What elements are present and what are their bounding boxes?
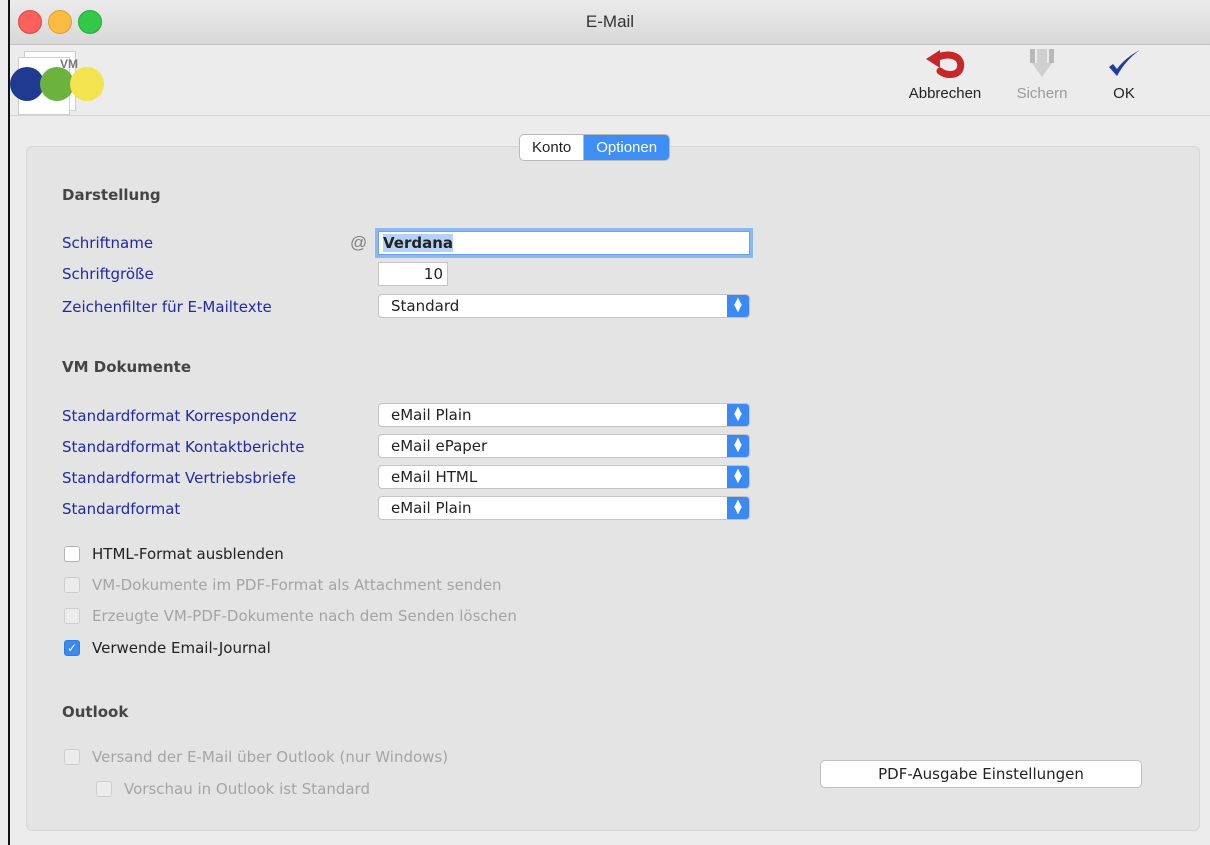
pdf-output-settings-button[interactable]: PDF-Ausgabe Einstellungen [820, 760, 1142, 788]
checkbox-box [64, 546, 80, 562]
format-default-value: eMail Plain [391, 499, 472, 517]
tab-konto[interactable]: Konto [520, 135, 583, 160]
checkbox-box [96, 781, 112, 797]
undo-arrow-icon [924, 50, 966, 83]
checkmark-icon [1106, 50, 1142, 83]
char-filter-label: Zeichenfilter für E-Mailtexte [62, 298, 272, 316]
format-sales-letters-label: Standardformat Vertriebsbriefe [62, 469, 296, 487]
format-contact-reports-value: eMail ePaper [391, 437, 488, 455]
tab-bar: Konto Optionen [519, 134, 671, 161]
hide-html-format-label: HTML-Format ausblenden [92, 545, 284, 563]
vm-logo-text: VM [60, 57, 78, 71]
format-contact-reports-label: Standardformat Kontaktberichte [62, 438, 305, 456]
window-title: E-Mail [585, 12, 635, 31]
tab-optionen[interactable]: Optionen [583, 135, 670, 160]
save-label: Sichern [1016, 85, 1068, 102]
char-filter-value: Standard [391, 297, 460, 315]
vm-logo: VM [10, 51, 120, 115]
format-correspondence-label: Standardformat Korrespondenz [62, 407, 297, 425]
format-sales-letters-value: eMail HTML [391, 468, 478, 486]
font-name-field[interactable]: Verdana [378, 231, 750, 255]
ok-button[interactable]: OK [1102, 49, 1146, 102]
chevron-updown-icon: ▲ ▼ [727, 466, 749, 488]
send-via-outlook-label: Versand der E-Mail über Outlook (nur Win… [92, 748, 449, 766]
checkbox-box [64, 608, 80, 624]
cancel-button[interactable]: Abbrechen [903, 49, 987, 102]
chevron-updown-icon: ▲ ▼ [727, 404, 749, 426]
delete-pdf-after-send-label: Erzeugte VM-PDF-Dokumente nach dem Sende… [92, 607, 517, 625]
format-default-label: Standardformat [62, 500, 181, 518]
use-email-journal-label: Verwende Email-Journal [92, 639, 271, 657]
chevron-updown-icon: ▲ ▼ [727, 295, 749, 317]
section-vm-dokumente: VM Dokumente [62, 358, 191, 376]
at-icon: @ [350, 233, 368, 252]
font-size-label: Schriftgröße [62, 265, 154, 283]
outlook-preview-label: Vorschau in Outlook ist Standard [124, 780, 370, 798]
format-sales-letters-select[interactable]: eMail HTML ▲ ▼ [378, 465, 750, 489]
char-filter-select[interactable]: Standard ▲ ▼ [378, 294, 750, 318]
chevron-updown-icon: ▲ ▼ [727, 497, 749, 519]
outlook-preview-checkbox[interactable]: Vorschau in Outlook ist Standard [96, 780, 370, 798]
save-download-icon [1027, 49, 1057, 83]
chevron-updown-icon: ▲ ▼ [727, 435, 749, 457]
cancel-label: Abbrechen [908, 85, 982, 102]
email-settings-window: E-Mail VM Abbrechen Sichern OK Konto Opt… [8, 0, 1210, 845]
section-outlook: Outlook [62, 703, 129, 721]
checkbox-box [64, 749, 80, 765]
format-default-select[interactable]: eMail Plain ▲ ▼ [378, 496, 750, 520]
toolbar: VM Abbrechen Sichern OK [10, 45, 1210, 116]
font-name-label: Schriftname [62, 234, 154, 252]
font-name-value: Verdana [383, 234, 454, 252]
pdf-attachment-label: VM-Dokumente im PDF-Format als Attachmen… [92, 576, 502, 594]
format-correspondence-select[interactable]: eMail Plain ▲ ▼ [378, 403, 750, 427]
save-button[interactable]: Sichern [1012, 49, 1072, 102]
format-contact-reports-select[interactable]: eMail ePaper ▲ ▼ [378, 434, 750, 458]
section-darstellung: Darstellung [62, 186, 161, 204]
format-correspondence-value: eMail Plain [391, 406, 472, 424]
ok-label: OK [1113, 85, 1135, 102]
checkmark-icon: ✓ [64, 640, 80, 656]
font-size-field[interactable]: 10 [378, 262, 448, 286]
pdf-attachment-checkbox[interactable]: VM-Dokumente im PDF-Format als Attachmen… [64, 576, 502, 594]
send-via-outlook-checkbox[interactable]: Versand der E-Mail über Outlook (nur Win… [64, 748, 448, 766]
hide-html-format-checkbox[interactable]: HTML-Format ausblenden [64, 545, 284, 563]
title-bar: E-Mail [10, 0, 1210, 45]
delete-pdf-after-send-checkbox[interactable]: Erzeugte VM-PDF-Dokumente nach dem Sende… [64, 607, 517, 625]
checkbox-box [64, 577, 80, 593]
use-email-journal-checkbox[interactable]: ✓ Verwende Email-Journal [64, 639, 271, 657]
